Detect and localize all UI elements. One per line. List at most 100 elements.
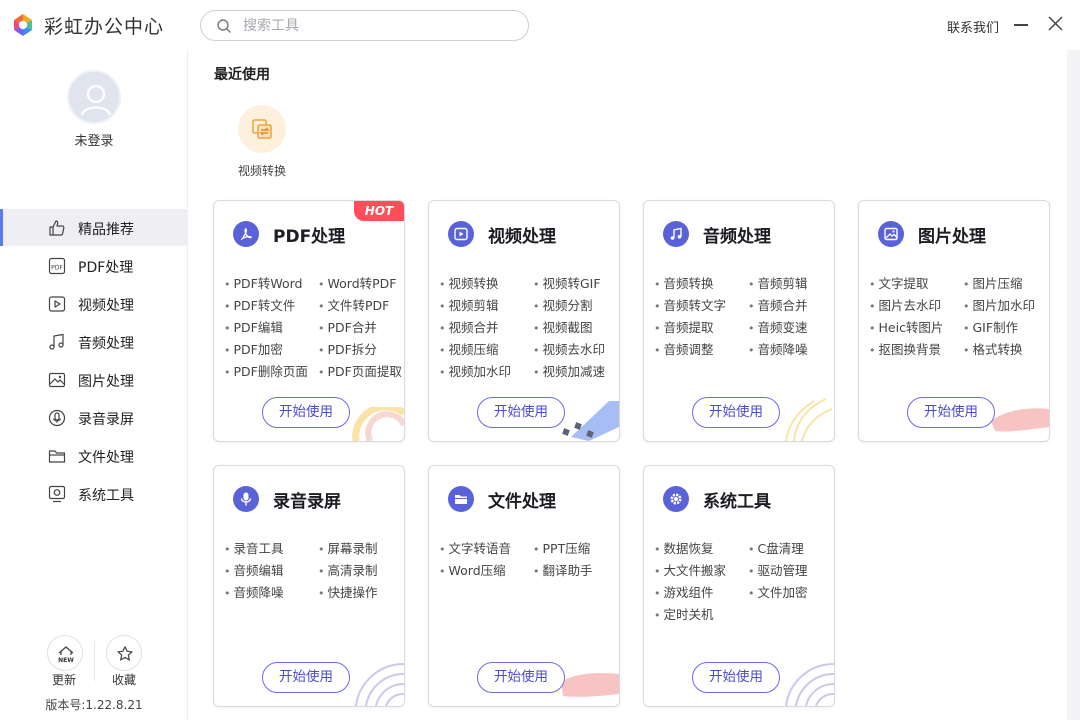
- svg-text:PDF: PDF: [51, 265, 63, 272]
- sidebar-item-label: 音频处理: [78, 336, 134, 352]
- tool-item[interactable]: 音频合并: [748, 295, 808, 314]
- update-button[interactable]: NEW: [47, 635, 83, 671]
- tool-item[interactable]: 视频截图: [533, 317, 593, 336]
- start-button[interactable]: 开始使用: [477, 397, 565, 428]
- gear-icon: [670, 493, 682, 505]
- sidebar-item-audio[interactable]: 音频处理: [0, 323, 188, 360]
- tool-item[interactable]: 视频加水印: [439, 361, 512, 380]
- tool-item[interactable]: 图片加水印: [963, 295, 1036, 314]
- tool-item[interactable]: PDF合并: [318, 317, 377, 336]
- tool-item[interactable]: 图片去水印: [869, 295, 942, 314]
- tool-item[interactable]: 数据恢复: [654, 538, 714, 557]
- start-button[interactable]: 开始使用: [477, 662, 565, 693]
- login-status[interactable]: 未登录: [0, 130, 188, 149]
- tool-item[interactable]: PDF删除页面: [224, 361, 308, 380]
- tool-item[interactable]: 音频降噪: [224, 582, 284, 601]
- tool-item[interactable]: 音频提取: [654, 317, 714, 336]
- tool-item[interactable]: 图片压缩: [963, 273, 1023, 292]
- tool-item[interactable]: 游戏组件: [654, 582, 714, 601]
- start-button[interactable]: 开始使用: [262, 662, 350, 693]
- update-label[interactable]: 更新: [34, 671, 94, 688]
- card-icon: [878, 221, 904, 247]
- tool-item[interactable]: 定时关机: [654, 604, 714, 623]
- tool-item[interactable]: 文字转语音: [439, 538, 512, 557]
- tool-item[interactable]: 音频剪辑: [748, 273, 808, 292]
- tool-item[interactable]: 视频合并: [439, 317, 499, 336]
- start-button[interactable]: 开始使用: [907, 397, 995, 428]
- sidebar-item-file[interactable]: 文件处理: [0, 437, 188, 474]
- start-button[interactable]: 开始使用: [262, 397, 350, 428]
- start-button[interactable]: 开始使用: [692, 397, 780, 428]
- thumbs-up-icon: [49, 220, 65, 236]
- tool-item[interactable]: PPT压缩: [533, 538, 591, 557]
- tool-item[interactable]: 高清录制: [318, 560, 378, 579]
- tool-item[interactable]: 视频转GIF: [533, 273, 601, 292]
- tool-item[interactable]: 音频调整: [654, 339, 714, 358]
- tool-item[interactable]: 视频加减速: [533, 361, 606, 380]
- star-icon: [117, 646, 133, 661]
- card-icon: [663, 221, 689, 247]
- card-title: 录音录屏: [273, 492, 341, 512]
- sidebar-item-image[interactable]: 图片处理: [0, 361, 188, 398]
- tool-item[interactable]: C盘清理: [748, 538, 804, 557]
- image-icon: [884, 227, 898, 241]
- tool-item[interactable]: 音频转文字: [654, 295, 727, 314]
- sidebar: 未登录 精品推荐 PDF PDF处理 视频处理 音频处理 图片处理 录音录屏 文…: [0, 50, 188, 720]
- tool-item[interactable]: 音频编辑: [224, 560, 284, 579]
- tool-item[interactable]: PDF页面提取: [318, 361, 402, 380]
- tool-item[interactable]: 文件转PDF: [318, 295, 390, 314]
- card-video: 视频处理视频转换 视频转GIF 视频剪辑 视频分割视频合并 视频截图视频压缩 视频去水印视…: [428, 200, 620, 442]
- card-icon: [663, 486, 689, 512]
- tool-item[interactable]: GIF制作: [963, 317, 1019, 336]
- tool-item[interactable]: 音频转换: [654, 273, 714, 292]
- tool-item[interactable]: 文件加密: [748, 582, 808, 601]
- tool-item[interactable]: 大文件搬家: [654, 560, 727, 579]
- close-icon[interactable]: [1046, 14, 1066, 34]
- tool-item[interactable]: 视频剪辑: [439, 295, 499, 314]
- favorites-button[interactable]: [106, 635, 142, 671]
- scrollbar[interactable]: [1067, 50, 1080, 720]
- recent-item-label[interactable]: 视频转换: [222, 162, 302, 179]
- folder-icon: [48, 450, 66, 463]
- video-icon: [48, 296, 66, 312]
- tool-item[interactable]: 格式转换: [963, 339, 1023, 358]
- favorites-label[interactable]: 收藏: [94, 671, 154, 688]
- contact-us-link[interactable]: 联系我们: [947, 17, 999, 36]
- tool-item[interactable]: 录音工具: [224, 538, 284, 557]
- tool-item[interactable]: Word转PDF: [318, 273, 397, 292]
- tool-item[interactable]: Heic转图片: [869, 317, 944, 336]
- tool-item[interactable]: 视频转换: [439, 273, 499, 292]
- tool-item[interactable]: 音频变速: [748, 317, 808, 336]
- avatar[interactable]: [67, 70, 121, 124]
- tool-item[interactable]: 视频去水印: [533, 339, 606, 358]
- tool-item[interactable]: 文字提取: [869, 273, 929, 292]
- tool-item[interactable]: PDF拆分: [318, 339, 377, 358]
- start-button[interactable]: 开始使用: [692, 662, 780, 693]
- tool-item[interactable]: PDF编辑: [224, 317, 283, 336]
- app-window: 彩虹办公中心 联系我们 未登录 精品推荐: [0, 0, 1080, 720]
- tool-item[interactable]: 屏幕录制: [318, 538, 378, 557]
- tool-item[interactable]: 音频降噪: [748, 339, 808, 358]
- tool-item[interactable]: 抠图换背景: [869, 339, 942, 358]
- sidebar-item-label: 录音录屏: [78, 412, 134, 428]
- sidebar-item-video[interactable]: 视频处理: [0, 285, 188, 322]
- sidebar-item-pdf[interactable]: PDF PDF处理: [0, 247, 188, 284]
- tool-item[interactable]: PDF加密: [224, 339, 283, 358]
- search-input[interactable]: [243, 16, 513, 36]
- sidebar-item-recommended[interactable]: 精品推荐: [0, 209, 188, 246]
- sidebar-item-system[interactable]: 系统工具: [0, 475, 188, 512]
- tool-item[interactable]: Word压缩: [439, 560, 506, 579]
- card-icon: [448, 221, 474, 247]
- tool-item[interactable]: 视频压缩: [439, 339, 499, 358]
- tool-item[interactable]: 视频分割: [533, 295, 593, 314]
- minimize-button[interactable]: [1012, 12, 1032, 36]
- tool-item[interactable]: PDF转文件: [224, 295, 296, 314]
- tool-item[interactable]: 翻译助手: [533, 560, 593, 579]
- recent-item-video-convert[interactable]: [238, 105, 286, 153]
- search-box[interactable]: [200, 10, 529, 41]
- tool-item[interactable]: 快捷操作: [318, 582, 378, 601]
- tool-item[interactable]: PDF转Word: [224, 273, 303, 292]
- sidebar-item-record[interactable]: 录音录屏: [0, 399, 188, 436]
- card-icon: [233, 486, 259, 512]
- tool-item[interactable]: 驱动管理: [748, 560, 808, 579]
